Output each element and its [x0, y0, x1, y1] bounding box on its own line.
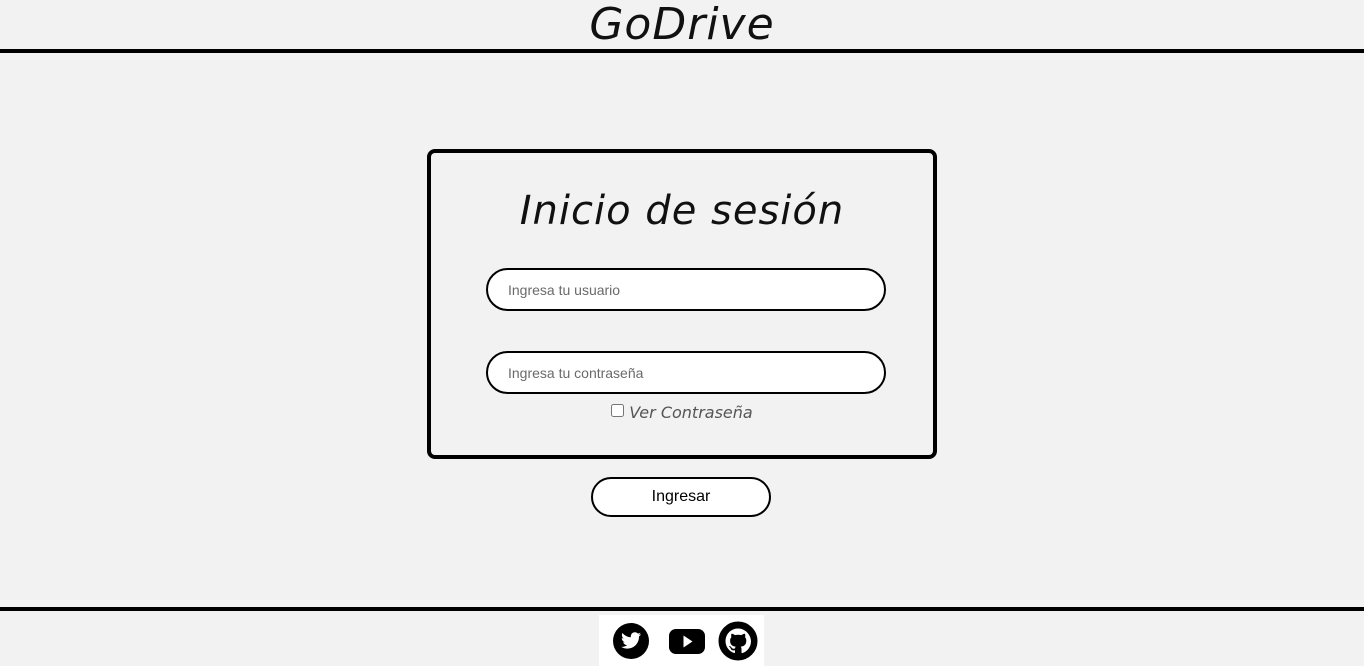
login-title: Inicio de sesión — [519, 188, 845, 234]
brand-title: GoDrive — [589, 0, 775, 50]
github-icon[interactable] — [718, 621, 758, 661]
login-card: Inicio de sesión Ver Contraseña — [427, 149, 937, 459]
show-password-toggle[interactable]: Ver Contraseña — [431, 403, 933, 422]
youtube-icon[interactable] — [667, 621, 707, 661]
site-header: GoDrive — [0, 0, 1364, 53]
login-submit-button[interactable]: Ingresar — [591, 477, 771, 517]
username-input[interactable] — [486, 268, 886, 311]
show-password-label: Ver Contraseña — [629, 403, 753, 422]
site-footer — [0, 607, 1364, 666]
twitter-icon[interactable] — [611, 621, 651, 661]
password-input[interactable] — [486, 351, 886, 394]
social-links — [599, 615, 764, 666]
show-password-checkbox[interactable] — [611, 404, 625, 417]
